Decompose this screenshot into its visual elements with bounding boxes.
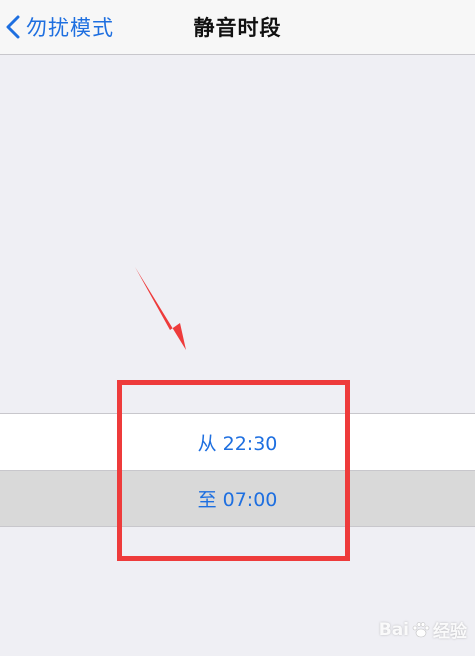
watermark-text-left: Bai [378,619,409,640]
annotation-highlight-box [117,380,350,561]
watermark-text-right: 经验 [433,622,467,642]
paw-icon [412,621,430,637]
watermark: Bai 经验 [378,617,467,643]
